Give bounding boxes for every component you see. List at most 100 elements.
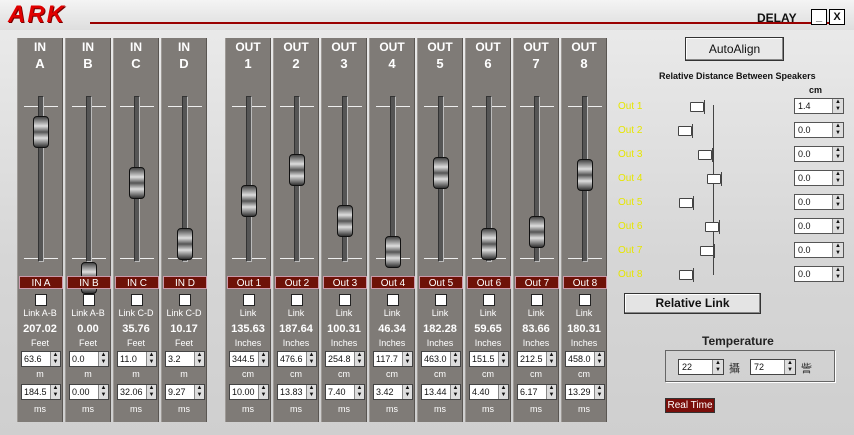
minimize-button[interactable]: _ (811, 9, 827, 25)
temperature-c-input[interactable]: 22 ▲ ▼ (678, 359, 724, 375)
distance-input[interactable]: 151.5 ▲ ▼ (469, 351, 509, 367)
speaker-distance-input[interactable]: 0.0 ▲ ▼ (794, 218, 844, 234)
fader-track[interactable] (342, 96, 348, 262)
spin-arrows-icon[interactable]: ▲ ▼ (498, 385, 508, 399)
speaker-distance-input[interactable]: 0.0 ▲ ▼ (794, 170, 844, 186)
fader-track[interactable] (86, 96, 92, 262)
time-input[interactable]: 6.17 ▲ ▼ (517, 384, 557, 400)
spin-arrows-icon[interactable]: ▲ ▼ (594, 385, 604, 399)
fader-knob[interactable] (177, 228, 193, 260)
link-checkbox[interactable] (339, 294, 351, 306)
spin-arrows-icon[interactable]: ▲ ▼ (258, 385, 268, 399)
distance-input[interactable]: 254.8 ▲ ▼ (325, 351, 365, 367)
spin-arrows-icon[interactable]: ▲ ▼ (98, 385, 108, 399)
temperature-f-input[interactable]: 72 ▲ ▼ (750, 359, 796, 375)
autoalign-button[interactable]: AutoAlign (685, 37, 784, 61)
speaker-distance-input[interactable]: 0.0 ▲ ▼ (794, 194, 844, 210)
link-checkbox[interactable] (387, 294, 399, 306)
fader-knob[interactable] (433, 157, 449, 189)
fader-knob[interactable] (385, 236, 401, 268)
time-input[interactable]: 184.5 ▲ ▼ (21, 384, 61, 400)
fader-knob[interactable] (33, 116, 49, 148)
spin-arrows-icon[interactable]: ▲ ▼ (546, 385, 556, 399)
speaker-distance-input[interactable]: 0.0 ▲ ▼ (794, 122, 844, 138)
spin-arrows-icon[interactable]: ▲ ▼ (832, 99, 843, 113)
close-button[interactable]: X (829, 9, 845, 25)
spin-arrows-icon[interactable]: ▲ ▼ (832, 243, 843, 257)
speaker-distance-input[interactable]: 0.0 ▲ ▼ (794, 146, 844, 162)
distance-input[interactable]: 3.2 ▲ ▼ (165, 351, 205, 367)
speaker-distance-input[interactable]: 0.0 ▲ ▼ (794, 242, 844, 258)
speaker-distance-input[interactable]: 0.0 ▲ ▼ (794, 266, 844, 282)
spin-arrows-icon[interactable]: ▲ ▼ (146, 352, 156, 366)
spin-arrows-icon[interactable]: ▲ ▼ (712, 360, 723, 374)
distance-input[interactable]: 63.6 ▲ ▼ (21, 351, 61, 367)
spin-arrows-icon[interactable]: ▲ ▼ (450, 385, 460, 399)
link-checkbox[interactable] (243, 294, 255, 306)
spin-arrows-icon[interactable]: ▲ ▼ (146, 385, 156, 399)
link-checkbox[interactable] (291, 294, 303, 306)
time-input[interactable]: 9.27 ▲ ▼ (165, 384, 205, 400)
link-checkbox[interactable] (531, 294, 543, 306)
spin-arrows-icon[interactable]: ▲ ▼ (832, 123, 843, 137)
spin-arrows-icon[interactable]: ▲ ▼ (194, 385, 204, 399)
spin-arrows-icon[interactable]: ▲ ▼ (98, 352, 108, 366)
fader-knob[interactable] (577, 159, 593, 191)
fader-knob[interactable] (241, 185, 257, 217)
fader-knob[interactable] (129, 167, 145, 199)
link-checkbox[interactable] (435, 294, 447, 306)
distance-input[interactable]: 463.0 ▲ ▼ (421, 351, 461, 367)
distance-input[interactable]: 458.0 ▲ ▼ (565, 351, 605, 367)
distance-input[interactable]: 0.0 ▲ ▼ (69, 351, 109, 367)
spin-arrows-icon[interactable]: ▲ ▼ (450, 352, 460, 366)
spin-arrows-icon[interactable]: ▲ ▼ (594, 352, 604, 366)
spin-arrows-icon[interactable]: ▲ ▼ (832, 171, 843, 185)
link-checkbox[interactable] (483, 294, 495, 306)
spin-arrows-icon[interactable]: ▲ ▼ (498, 352, 508, 366)
link-checkbox[interactable] (83, 294, 95, 306)
time-input[interactable]: 7.40 ▲ ▼ (325, 384, 365, 400)
spin-arrows-icon[interactable]: ▲ ▼ (258, 352, 268, 366)
distance-input[interactable]: 476.6 ▲ ▼ (277, 351, 317, 367)
distance-input[interactable]: 212.5 ▲ ▼ (517, 351, 557, 367)
time-input[interactable]: 13.44 ▲ ▼ (421, 384, 461, 400)
distance-input[interactable]: 344.5 ▲ ▼ (229, 351, 269, 367)
spin-arrows-icon[interactable]: ▲ ▼ (832, 147, 843, 161)
spin-arrows-icon[interactable]: ▲ ▼ (832, 219, 843, 233)
spin-arrows-icon[interactable]: ▲ ▼ (402, 385, 412, 399)
spin-arrows-icon[interactable]: ▲ ▼ (546, 352, 556, 366)
fader-knob[interactable] (481, 228, 497, 260)
spin-arrows-icon[interactable]: ▲ ▼ (832, 195, 843, 209)
link-checkbox[interactable] (179, 294, 191, 306)
time-input[interactable]: 10.00 ▲ ▼ (229, 384, 269, 400)
link-checkbox[interactable] (35, 294, 47, 306)
link-checkbox[interactable] (131, 294, 143, 306)
fader-knob[interactable] (289, 154, 305, 186)
relative-link-button[interactable]: Relative Link (624, 293, 761, 314)
spin-arrows-icon[interactable]: ▲ ▼ (306, 385, 316, 399)
time-input[interactable]: 4.40 ▲ ▼ (469, 384, 509, 400)
link-checkbox[interactable] (579, 294, 591, 306)
spin-arrows-icon[interactable]: ▲ ▼ (354, 352, 364, 366)
fader-track[interactable] (246, 96, 252, 262)
speaker-distance-input[interactable]: 1.4 ▲ ▼ (794, 98, 844, 114)
time-input[interactable]: 0.00 ▲ ▼ (69, 384, 109, 400)
fader-knob[interactable] (529, 216, 545, 248)
spin-arrows-icon[interactable]: ▲ ▼ (402, 352, 412, 366)
spin-arrows-icon[interactable]: ▲ ▼ (50, 352, 60, 366)
spin-arrows-icon[interactable]: ▲ ▼ (50, 385, 60, 399)
spin-arrows-icon[interactable]: ▲ ▼ (832, 267, 843, 281)
channel-label: IN D (163, 276, 207, 289)
spin-arrows-icon[interactable]: ▲ ▼ (194, 352, 204, 366)
fader-knob[interactable] (337, 205, 353, 237)
spin-arrows-icon[interactable]: ▲ ▼ (354, 385, 364, 399)
time-input[interactable]: 3.42 ▲ ▼ (373, 384, 413, 400)
distance-input[interactable]: 117.7 ▲ ▼ (373, 351, 413, 367)
time-input[interactable]: 13.83 ▲ ▼ (277, 384, 317, 400)
realtime-button[interactable]: Real Time (665, 398, 715, 413)
spin-arrows-icon[interactable]: ▲ ▼ (784, 360, 795, 374)
distance-input[interactable]: 11.0 ▲ ▼ (117, 351, 157, 367)
time-input[interactable]: 13.29 ▲ ▼ (565, 384, 605, 400)
time-input[interactable]: 32.06 ▲ ▼ (117, 384, 157, 400)
spin-arrows-icon[interactable]: ▲ ▼ (306, 352, 316, 366)
